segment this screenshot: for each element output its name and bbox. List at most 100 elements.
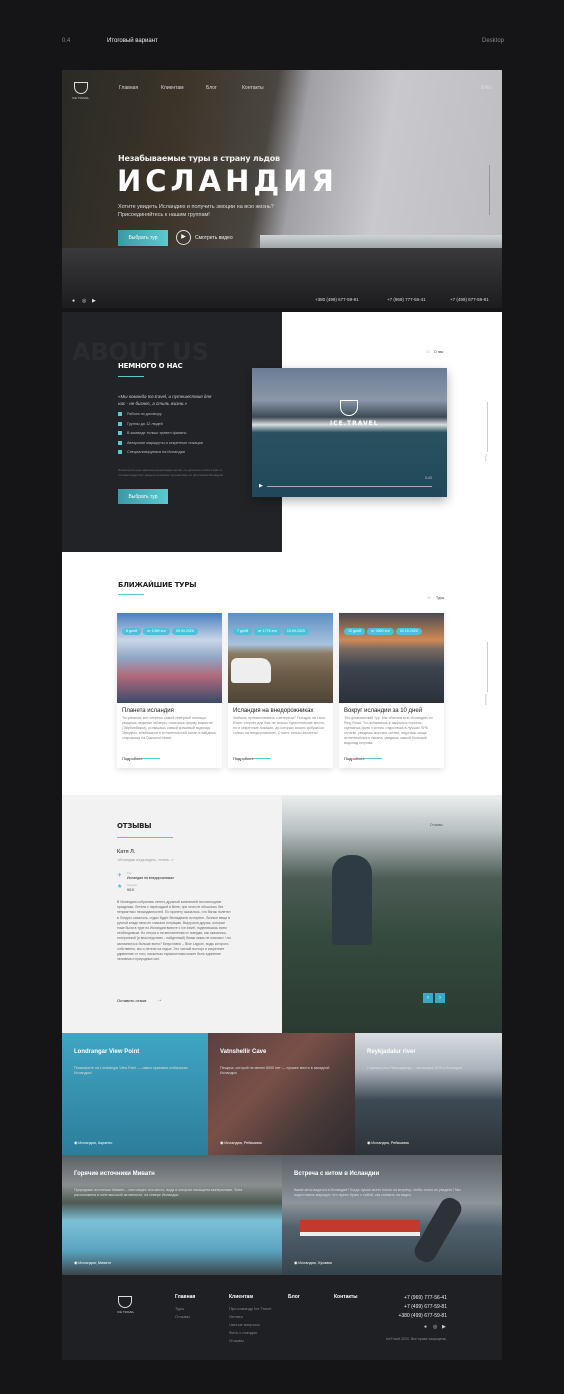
about-heading: НЕМНОГО О НАС [118,362,183,370]
device-label: Desktop [482,38,505,44]
tour-image: 7 дней от 1775 eur 15.09.2020 [228,613,333,703]
footer-phone[interactable]: +7 (499) 677-59-81 [404,1304,447,1310]
video-play-icon[interactable]: ▶ [259,483,263,489]
side-label: Отзывы [484,694,488,705]
about-video-player[interactable]: ICE.TRAVEL ▶ 0:43 [252,368,447,497]
tour-label: Тур [127,871,132,875]
footer-col-title[interactable]: Блог [288,1294,300,1300]
tour-card[interactable]: 10 дней от 2800 eur 02.10.2020 Вокруг исла… [339,613,444,768]
tour-title[interactable]: Вокруг исландии за 10 дней [344,708,439,714]
video-progress-bar[interactable] [267,486,432,487]
tour-more-link[interactable]: Подробнее [122,756,160,761]
logo-icon[interactable] [74,82,88,94]
side-scroll-indicator[interactable] [487,402,488,452]
instagram-icon[interactable]: ◎ [82,298,86,304]
next-arrow-icon[interactable]: › [435,993,445,1003]
tour-image: 8 дней от 1089 eur 05.09.2020 [117,613,222,703]
brand-logo-icon [340,400,358,416]
footer-link[interactable]: Про команду Ice Travel [229,1306,271,1311]
tour-title[interactable]: Планета исландия [122,708,217,714]
tile-title: Горячие источники Миватн [74,1171,155,1177]
tour-more-link[interactable]: Подробнее [233,756,271,761]
gallery-tile[interactable]: Reykjadalur river Горячая река Рейкьядал… [355,1033,502,1155]
duration-badge: 7 дней [233,627,253,635]
about-list-item: В команде только тревел фанаты [118,431,203,441]
tile-location: ◉ Исландия, Рейкьявик [220,1141,263,1145]
nav-blog[interactable]: Блог [206,85,217,91]
hero-subtitle: Незабываемые туры в страну льдов [118,154,280,163]
tour-title[interactable]: Исландия на внедорожниках [233,708,328,714]
watch-video-link[interactable]: Смотреть видео [195,235,233,241]
arrow-right-icon[interactable]: → [157,997,162,1003]
slide-indicator[interactable] [489,165,490,215]
footer-link[interactable]: Туры [175,1306,184,1311]
person-silhouette [332,855,372,945]
footer-col-title[interactable]: Контакты [334,1294,358,1300]
footer-link[interactable]: Оплата [229,1314,243,1319]
lang-switch[interactable]: ENG [481,85,492,91]
footer-phone[interactable]: +7 (969) 777-56-41 [404,1295,447,1301]
about-note: Посмотрите наш замечательный видео-ролик… [118,468,224,477]
tile-text: Посмотрите на Londrangar View Point — са… [74,1066,188,1075]
tour-description: Ты узнаешь все секреты самой северной ст… [122,716,217,740]
tile-title: Londrangar View Point [74,1049,140,1055]
tour-card[interactable]: 8 дней от 1089 eur 05.09.2020 Планета исла… [117,613,222,768]
phone-3[interactable]: +7 (499) 677-59-81 [450,296,489,303]
heading-underline [118,594,144,595]
nav-home[interactable]: Главная [119,85,138,91]
footer-col-title[interactable]: Клиентам [229,1294,253,1300]
duration-badge: 10 дней [344,627,366,635]
price-badge: от 1775 eur [254,627,281,635]
heading-underline [118,376,144,377]
footer-link[interactable]: Отзывы [175,1314,190,1319]
section-index: 02 [427,596,431,600]
tour-more-link[interactable]: Подробнее [344,756,382,761]
footer-link[interactable]: Отзывы [229,1338,244,1343]
tour-card[interactable]: 7 дней от 1775 eur 15.09.2020 Исландия на … [228,613,333,768]
about-list-item: Группы до 12 людей [118,421,203,432]
tour-description: Это флагманский тур. Мы обогнем всю Исла… [344,716,433,745]
about-quote: «Мы команда Ice.travel, и путешествия дл… [118,394,212,406]
side-scroll-indicator[interactable] [487,642,488,692]
facebook-icon[interactable]: ● [424,1324,427,1330]
tour-image: 10 дней от 2800 eur 02.10.2020 [339,613,444,703]
about-choose-tour-button[interactable]: Выбрать тур [118,489,168,504]
video-brand: ICE.TRAVEL [330,420,379,427]
date-badge: 05.09.2020 [171,627,198,635]
video-time: 0:43 [425,476,432,480]
date-badge: 15.09.2020 [282,627,309,635]
gallery-tile[interactable]: Vatnshellir Cave Пещера, которой не мене… [208,1033,355,1155]
leave-review-link[interactable]: Оставить отзыв [117,998,146,1003]
facebook-icon[interactable]: ● [72,298,75,304]
choose-tour-button[interactable]: Выбрать тур [118,230,168,246]
youtube-icon[interactable]: ▶ [92,298,96,304]
nav-contacts[interactable]: Контакты [242,85,264,91]
tile-text: Какие киты водятся в Исландии? Когда луч… [294,1188,461,1197]
tile-location: ◉ Исландия, Миватн [74,1261,112,1265]
star-icon: ★ [117,884,123,890]
play-icon[interactable]: ▶ [176,230,191,245]
hero-section: ICE TRAVEL Главная Клиентам Блог Контакт… [62,70,502,308]
version-number: 0.4 [62,38,71,44]
hero-beach [62,248,502,308]
footer-link[interactable]: Фото с поездок [229,1330,257,1335]
review-photo: 03 Отзывы ‹ › [282,795,502,1033]
tour-description: Любишь путешествовать с ветерком? Поездк… [233,716,325,735]
price-badge: от 1089 eur [143,627,170,635]
prev-arrow-icon[interactable]: ‹ [423,993,433,1003]
phone-1[interactable]: +380 (499) 677-59-81 [315,296,359,303]
about-list: Работа по договору Группы до 12 людей В … [118,412,203,460]
footer-logo-text: ICE TRAVEL [117,1310,135,1314]
nav-clients[interactable]: Клиентам [161,85,184,91]
phone-2[interactable]: +7 (969) 777-56-41 [387,296,426,303]
gallery-tile[interactable]: Горячие источники Миватн Природные источ… [62,1155,282,1275]
youtube-icon[interactable]: ▶ [442,1324,446,1330]
gallery-tile[interactable]: Встреча с китом в Исландии Какие киты во… [282,1155,502,1275]
instagram-icon[interactable]: ◎ [433,1324,437,1330]
footer-col-title[interactable]: Главная [175,1294,195,1300]
footer-link[interactable]: Частые вопросы [229,1322,260,1327]
tile-location: ◉ Исландия, Хусавик [294,1261,333,1265]
gallery-tile[interactable]: Londrangar View Point Посмотрите на Lond… [62,1033,208,1155]
page-title: Итоговый вариант [107,38,158,44]
footer-phone[interactable]: +380 (499) 677-59-81 [398,1313,447,1319]
